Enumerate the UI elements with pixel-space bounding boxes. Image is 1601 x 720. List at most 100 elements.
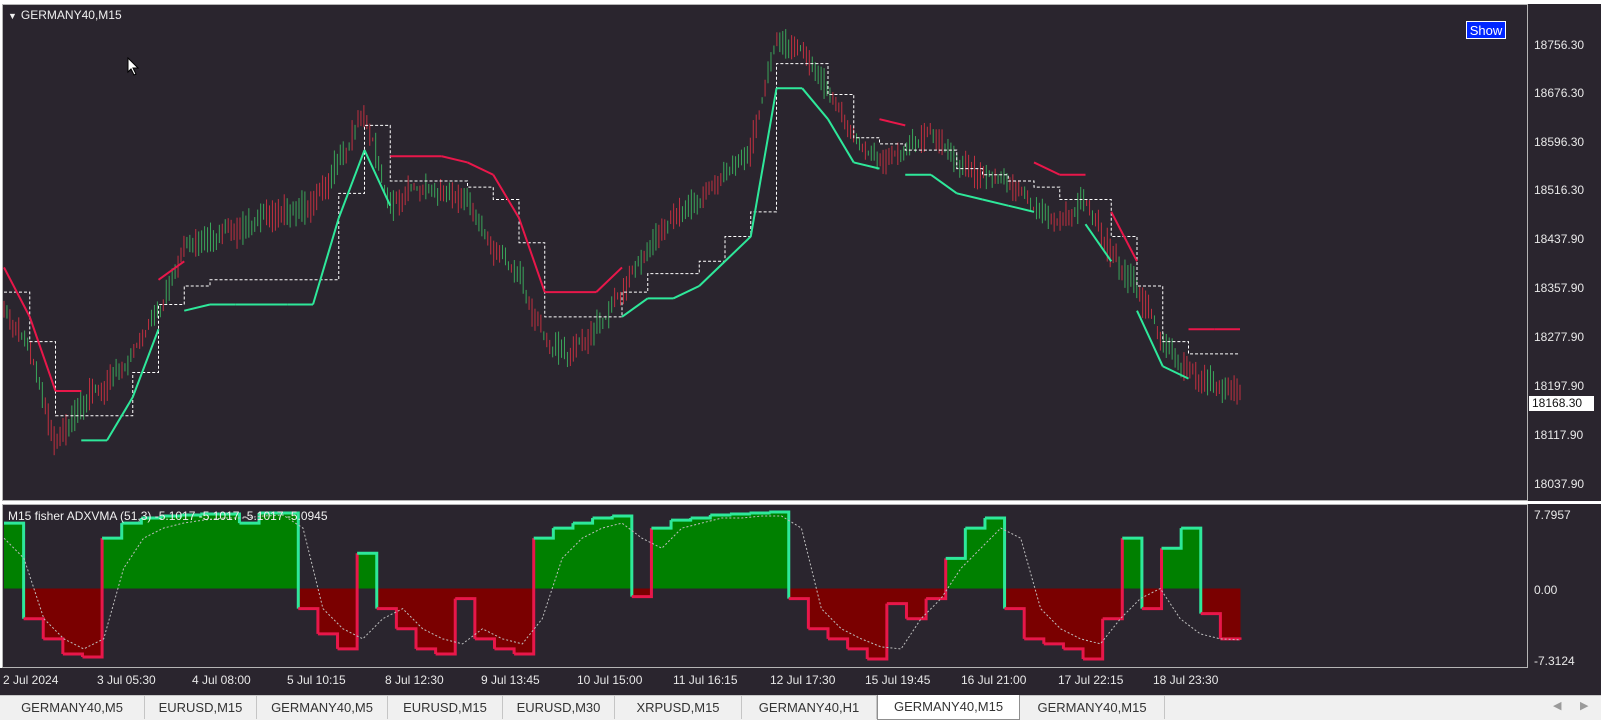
indicator-series-group	[3, 510, 1242, 661]
tab-eurusd-m15[interactable]: EURUSD,M15	[145, 696, 257, 719]
histogram-bull-area	[357, 553, 378, 589]
histogram-bull-area	[141, 518, 162, 589]
price-tick-label: 18117.90	[1534, 428, 1584, 442]
fisher-line-segment	[1043, 642, 1065, 649]
bull-line-segment	[673, 285, 700, 300]
tab-germany40-m15-active[interactable]: GERMANY40,M15	[877, 695, 1020, 720]
histogram-bull-area	[651, 528, 672, 589]
indicator-level-label: 0.00	[1534, 583, 1558, 597]
tabs-scroll-left-icon[interactable]: ◀	[1553, 699, 1561, 712]
histogram-bull-area	[1122, 538, 1143, 589]
histogram-bull-area	[180, 515, 201, 589]
bear-line-segment	[595, 266, 623, 293]
bull-line-segment	[982, 198, 1009, 207]
fisher-line-segment	[494, 647, 516, 654]
histogram-bear-area	[1141, 588, 1163, 609]
tab-eurusd-m30[interactable]: EURUSD,M30	[503, 696, 615, 719]
price-tick-label: 18197.90	[1534, 379, 1585, 393]
bull-line-segment	[337, 149, 366, 219]
bear-line-segment	[492, 174, 520, 219]
histogram-bear-area	[514, 588, 535, 654]
bull-line-segment	[312, 217, 340, 305]
bear-line-segment	[157, 260, 185, 281]
fisher-line-segment	[102, 523, 124, 540]
histogram-bear-area	[43, 588, 64, 639]
histogram-bull-area	[239, 523, 260, 589]
bull-line-segment	[749, 88, 778, 237]
bull-line-segment	[363, 149, 392, 207]
mouse-cursor-icon	[127, 56, 141, 81]
price-tick-label: 18756.30	[1534, 38, 1585, 52]
chart-title: ▼ GERMANY40,M15	[8, 8, 122, 22]
tab-germany40-m15[interactable]: GERMANY40,M15	[1020, 696, 1165, 719]
fisher-line-segment	[1161, 528, 1183, 550]
histogram-bear-area	[1043, 588, 1064, 644]
histogram-bear-area	[82, 588, 103, 657]
histogram-bear-area	[396, 588, 417, 629]
collapse-triangle-icon[interactable]: ▼	[8, 11, 17, 21]
histogram-bull-area	[572, 523, 594, 589]
fisher-line-segment	[298, 607, 320, 634]
price-tick-label: 18037.90	[1534, 477, 1585, 491]
fisher-line-segment	[690, 515, 712, 520]
fisher-line-segment	[788, 597, 810, 629]
histogram-bull-area	[160, 516, 182, 589]
histogram-bear-area	[298, 588, 319, 609]
histogram-bull-area	[769, 512, 790, 589]
histogram-bear-area	[1004, 588, 1025, 609]
fisher-line-segment	[474, 637, 496, 649]
histogram-bull-area	[592, 518, 613, 589]
tab-germany40-m5[interactable]: GERMANY40,M5	[257, 696, 388, 719]
bear-line-segment	[441, 155, 468, 164]
histogram-bear-area	[886, 588, 907, 604]
histogram-bull-area	[102, 538, 123, 589]
tab-xrpusd-m15[interactable]: XRPUSD,M15	[615, 696, 742, 719]
tab-eurusd-m15[interactable]: EURUSD,M15	[388, 696, 503, 719]
histogram-bear-area	[435, 588, 456, 654]
fisher-line-segment	[749, 511, 771, 515]
histogram-bear-area	[1024, 588, 1045, 639]
time-tick-label: 17 Jul 22:15	[1058, 673, 1124, 687]
histogram-bull-area	[200, 514, 221, 589]
fisher-line-segment	[1004, 607, 1026, 639]
histogram-bull-area	[612, 516, 633, 589]
bull-line-segment	[184, 303, 211, 312]
chart-svg	[3, 29, 1242, 661]
tab-germany40-h1[interactable]: GERMANY40,H1	[742, 696, 877, 719]
fisher-line-segment	[1024, 637, 1046, 644]
histogram-bear-area	[474, 588, 495, 639]
bull-line-segment	[1162, 365, 1189, 380]
fisher-line-segment	[808, 627, 830, 639]
time-tick-label: 10 Jul 15:00	[577, 673, 643, 687]
histogram-bear-area	[337, 588, 358, 649]
tab-germany40-m5[interactable]: GERMANY40,M5	[0, 696, 145, 719]
histogram-bull-area	[278, 513, 299, 589]
fisher-line-segment	[1063, 647, 1085, 659]
show-button[interactable]: Show	[1466, 21, 1506, 39]
price-series-group	[3, 29, 1241, 456]
histogram-bull-area	[219, 514, 240, 589]
bear-line-segment	[879, 118, 906, 127]
indicator-level-label: 7.7957	[1534, 508, 1571, 522]
fisher-line-segment	[62, 652, 84, 657]
indicator-title: M15 fisher ADXVMA (51,3) -5.1017 -5.1017…	[8, 509, 328, 523]
fisher-line-segment	[455, 597, 477, 639]
tabs-scroll-right-icon[interactable]: ▶	[1580, 699, 1588, 712]
histogram-bull-area	[671, 520, 692, 589]
fisher-line-segment	[945, 528, 967, 560]
fisher-line-segment	[396, 627, 418, 649]
bull-line-segment	[930, 173, 958, 195]
bull-line-segment	[956, 192, 983, 201]
time-tick-label: 18 Jul 23:30	[1153, 673, 1219, 687]
time-tick-label: 16 Jul 21:00	[961, 673, 1027, 687]
histogram-bull-area	[533, 538, 554, 589]
fisher-line-segment	[710, 513, 732, 517]
fisher-line-segment	[592, 516, 614, 520]
histogram-bull-area	[553, 528, 574, 589]
bull-line-segment	[853, 161, 880, 170]
fisher-line-segment	[671, 518, 693, 522]
fisher-line-segment	[553, 523, 575, 530]
time-tick-label: 12 Jul 17:30	[770, 673, 836, 687]
fisher-line-segment	[729, 512, 752, 516]
chart-tab-bar: GERMANY40,M5 EURUSD,M15 GERMANY40,M5 EUR…	[0, 695, 1601, 720]
